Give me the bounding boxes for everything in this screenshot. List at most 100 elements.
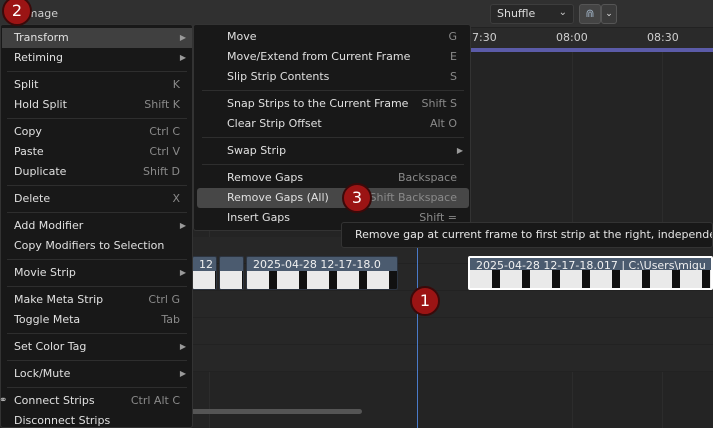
submenu-item-shortcut: G xyxy=(448,30,457,43)
submenu-item-clear-strip-offset[interactable]: Clear Strip Offset Alt O xyxy=(197,114,469,134)
image-strip[interactable] xyxy=(219,256,244,290)
menu-item-label: Add Modifier xyxy=(14,219,84,232)
submenu-item-shortcut: E xyxy=(450,50,457,63)
transform-submenu: Move G Move/Extend from Current Frame E … xyxy=(193,24,471,231)
submenu-item-move[interactable]: Move G xyxy=(197,27,469,47)
chevron-down-icon: ⌄ xyxy=(558,7,567,18)
submenu-arrow-icon: ▶ xyxy=(179,369,186,378)
submenu-item-shortcut: Alt O xyxy=(429,117,457,130)
menu-item-label: Make Meta Strip xyxy=(14,293,104,306)
menu-item-make-meta-strip[interactable]: Make Meta Strip Ctrl G xyxy=(2,290,192,310)
menu-separator xyxy=(202,137,464,138)
playhead[interactable] xyxy=(417,228,418,428)
submenu-item-label: Slip Strip Contents xyxy=(227,70,330,83)
menu-separator xyxy=(7,286,187,287)
menu-item-label: Split xyxy=(14,78,39,91)
submenu-item-shortcut: Backspace xyxy=(398,171,457,184)
channel-row xyxy=(190,345,713,372)
menu-item-copy-modifiers[interactable]: Copy Modifiers to Selection xyxy=(2,236,192,256)
menu-item-add-modifier[interactable]: Add Modifier ▶ xyxy=(2,216,192,236)
callout-badge: 1 xyxy=(410,286,440,316)
submenu-arrow-icon: ▶ xyxy=(456,146,463,155)
playback-mode-value: Shuffle xyxy=(497,7,536,20)
submenu-item-snap-strips[interactable]: Snap Strips to the Current Frame Shift S xyxy=(197,94,469,114)
submenu-arrow-icon: ▶ xyxy=(179,268,186,277)
submenu-arrow-icon: ▶ xyxy=(179,342,186,351)
menu-item-label: Set Color Tag xyxy=(14,340,87,353)
strip-context-menu: Transform ▶ Retiming ▶ Split K Hold Spli… xyxy=(0,24,193,428)
time-ruler[interactable]: 7:30 08:00 08:30 xyxy=(460,28,713,48)
submenu-arrow-icon: ▶ xyxy=(179,33,186,42)
menu-separator xyxy=(7,259,187,260)
menu-item-paste[interactable]: Paste Ctrl V xyxy=(2,142,192,162)
horizontal-scrollbar[interactable] xyxy=(190,409,362,414)
menu-item-shortcut: Tab xyxy=(161,313,180,326)
submenu-item-remove-gaps[interactable]: Remove Gaps Backspace xyxy=(197,168,469,188)
chevron-down-icon[interactable]: ⌄ xyxy=(601,4,617,24)
submenu-item-swap-strip[interactable]: Swap Strip ▶ xyxy=(197,141,469,161)
menu-item-split[interactable]: Split K xyxy=(2,75,192,95)
menu-item-label: Disconnect Strips xyxy=(14,414,111,427)
magnet-icon[interactable]: ⋒ xyxy=(579,4,601,24)
image-strip[interactable]: 2025-04-28 12-17-18.0 xyxy=(246,256,398,290)
ruler-tick: 7:30 xyxy=(472,31,497,44)
submenu-item-label: Move xyxy=(227,30,257,43)
menu-separator xyxy=(7,185,187,186)
submenu-item-label: Swap Strip xyxy=(227,144,287,157)
tooltip: Remove gap at current frame to first str… xyxy=(341,222,713,248)
submenu-item-label: Remove Gaps xyxy=(227,171,304,184)
menu-separator xyxy=(202,90,464,91)
menu-item-toggle-meta[interactable]: Toggle Meta Tab xyxy=(2,310,192,330)
submenu-arrow-icon: ▶ xyxy=(179,221,186,230)
menu-item-transform[interactable]: Transform ▶ xyxy=(2,28,192,48)
strip-label: 2025-04-28 12-17-18.0 xyxy=(253,258,381,271)
menu-item-copy[interactable]: Copy Ctrl C xyxy=(2,122,192,142)
menu-item-shortcut: Shift K xyxy=(144,98,180,111)
menu-item-label: Toggle Meta xyxy=(14,313,81,326)
playback-mode-dropdown[interactable]: Shuffle ⌄ xyxy=(490,4,574,24)
menu-item-shortcut: X xyxy=(172,192,180,205)
menu-item-hold-split[interactable]: Hold Split Shift K xyxy=(2,95,192,115)
callout-badge: 3 xyxy=(342,183,372,213)
menu-item-connect-strips[interactable]: ⚭ Connect Strips Ctrl Alt C xyxy=(0,391,192,411)
menu-item-set-color-tag[interactable]: Set Color Tag ▶ xyxy=(2,337,192,357)
submenu-item-label: Move/Extend from Current Frame xyxy=(227,50,411,63)
menu-separator xyxy=(7,360,187,361)
menu-item-label: Copy Modifiers to Selection xyxy=(14,239,165,252)
submenu-item-move-extend[interactable]: Move/Extend from Current Frame E xyxy=(197,47,469,67)
submenu-item-label: Clear Strip Offset xyxy=(227,117,322,130)
menu-item-label: Paste xyxy=(14,145,44,158)
strip-thumbnails xyxy=(470,270,711,288)
menu-item-retiming[interactable]: Retiming ▶ xyxy=(2,48,192,68)
menu-item-label: Connect Strips xyxy=(14,394,95,407)
image-strip[interactable]: 12 xyxy=(192,256,217,290)
menu-separator xyxy=(7,387,187,388)
menu-item-lock-mute[interactable]: Lock/Mute ▶ xyxy=(2,364,192,384)
submenu-item-shortcut: Shift S xyxy=(421,97,457,110)
strip-label: 12 xyxy=(199,258,213,271)
menu-item-shortcut: Ctrl V xyxy=(149,145,180,158)
menu-separator xyxy=(7,333,187,334)
menu-item-disconnect-strips[interactable]: Disconnect Strips xyxy=(2,411,192,428)
strip-thumbnails xyxy=(193,271,216,289)
menu-item-label: Duplicate xyxy=(14,165,67,178)
menu-item-label: Delete xyxy=(14,192,51,205)
menu-item-label: Transform xyxy=(14,31,69,44)
menu-item-shortcut: Ctrl Alt C xyxy=(130,394,180,407)
menu-separator xyxy=(202,164,464,165)
menu-item-shortcut: Shift D xyxy=(143,165,180,178)
menu-item-label: Hold Split xyxy=(14,98,67,111)
menu-item-label: Movie Strip xyxy=(14,266,76,279)
ruler-tick: 08:00 xyxy=(556,31,588,44)
submenu-item-shortcut: Shift Backspace xyxy=(369,191,457,204)
image-strip-selected[interactable]: 2025-04-28 12-17-18.017 | C:\Users\migu xyxy=(468,256,713,290)
menu-item-delete[interactable]: Delete X xyxy=(2,189,192,209)
submenu-item-slip-strip-contents[interactable]: Slip Strip Contents S xyxy=(197,67,469,87)
menu-item-shortcut: Ctrl G xyxy=(148,293,180,306)
submenu-item-remove-gaps-all[interactable]: Remove Gaps (All) Shift Backspace xyxy=(197,188,469,208)
strip-thumbnails xyxy=(247,271,397,289)
menu-item-label: Lock/Mute xyxy=(14,367,71,380)
menu-item-duplicate[interactable]: Duplicate Shift D xyxy=(2,162,192,182)
menu-item-shortcut: K xyxy=(172,78,180,91)
menu-item-movie-strip[interactable]: Movie Strip ▶ xyxy=(2,263,192,283)
